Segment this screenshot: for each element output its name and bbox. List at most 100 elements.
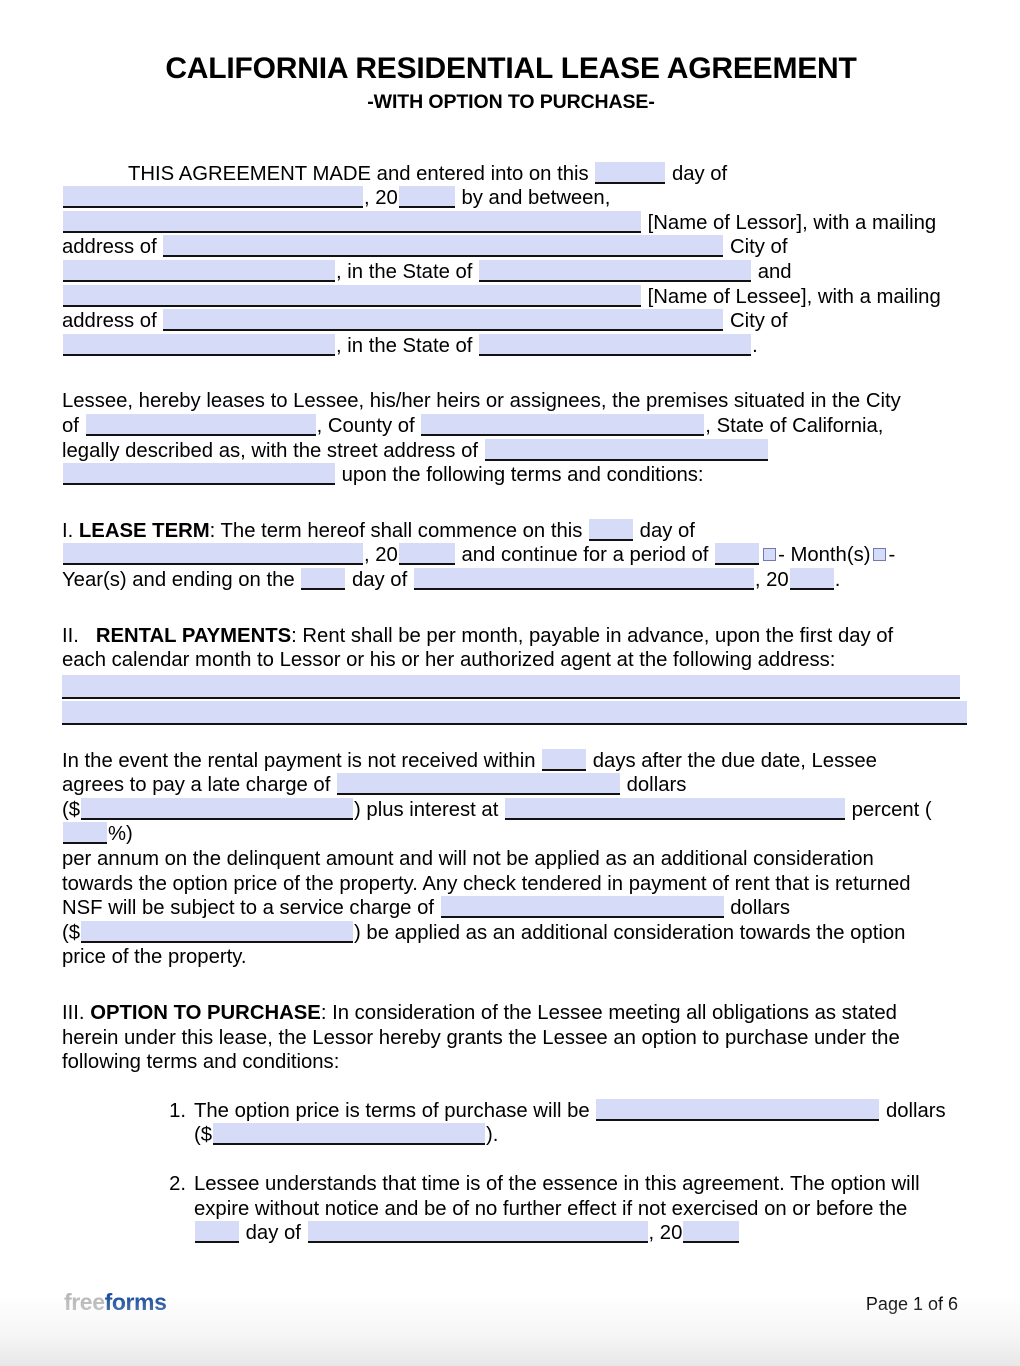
year-blank[interactable] [398,186,455,209]
late-text-12: dollars [730,897,791,920]
intro-text-4: by and between, [461,187,611,210]
option-price-words-blank[interactable] [596,1098,880,1121]
intro-text-9: and [757,260,792,283]
lease-term-text-10: . [834,568,841,591]
lessee-city-blank[interactable] [63,333,335,356]
late-text-1: In the event the rental payment is not r… [62,749,536,772]
premises-line-3: legally described as, with the street ad… [62,438,960,464]
lease-term-number: I. [62,519,74,542]
intro-text-6: address of [62,236,157,259]
option-expire-day-blank[interactable] [195,1221,239,1244]
option-number: III. [62,1002,85,1025]
freeforms-logo: freeforms [64,1289,167,1316]
lessor-address-blank[interactable] [163,235,724,258]
intro-line-7: address of City of [62,309,960,334]
lessee-address-blank[interactable] [163,309,724,332]
option-expire-month-blank[interactable] [307,1221,648,1244]
intro-text-13: , in the State of [336,334,473,357]
premises-street-address-blank[interactable] [484,438,768,461]
late-days-blank[interactable] [542,748,587,771]
option-expire-year-blank[interactable] [683,1221,740,1244]
late-text-4: dollars [626,774,687,797]
option-price-amount-blank[interactable] [213,1123,486,1146]
option-heading: OPTION TO PURCHASE [90,1002,321,1025]
lessor-city-blank[interactable] [63,259,335,282]
list-item-number: 2. [169,1173,186,1195]
list-item: 1. The option price is terms of purchase… [62,1098,960,1148]
intro-text-5: [Name of Lessor], with a mailing [647,211,937,234]
interest-percent-blank[interactable] [63,822,107,845]
lease-term-text-7: Year(s) and ending on the [62,568,295,591]
option-item1-text-3: ($ [194,1124,213,1147]
late-charge-amount-blank[interactable] [81,797,354,820]
premises-county-blank[interactable] [421,413,705,436]
lease-term-heading: LEASE TERM [78,519,210,542]
page-title: CALIFORNIA RESIDENTIAL LEASE AGREEMENT [165,52,857,85]
option-item2-text-3: day of [245,1222,301,1245]
list-item-line-1: Lessee understands that time is of the e… [194,1173,920,1195]
list-item-line-2: expire without notice and be of no furth… [194,1197,908,1220]
late-charge-words-blank[interactable] [336,773,620,796]
premises-paragraph: Lessee, hereby leases to Lessee, his/her… [62,389,960,487]
premises-text-2: of [62,414,79,437]
rental-address-blank-line-2[interactable] [62,700,967,725]
list-item-line-2: ($). [194,1123,960,1148]
late-text-13: ($ [62,921,81,944]
intro-text-11: address of [62,310,157,333]
intro-line-2: , 20 by and between, [62,186,960,211]
lessee-state-blank[interactable] [479,333,752,356]
lease-term-text-8: day of [351,568,408,591]
page-number: Page 1 of 6 [865,1294,958,1314]
lessor-state-blank[interactable] [479,259,752,282]
option-item1-text-4: ). [486,1124,499,1147]
section-option-to-purchase: III. OPTION TO PURCHASE: In consideratio… [62,1001,960,1075]
premises-street-address-blank-2[interactable] [63,463,335,486]
intro-text-2: day of [671,162,728,185]
lease-end-day-blank[interactable] [301,567,346,590]
late-line-2: agrees to pay a late charge of dollars [62,773,960,798]
lease-commence-day-blank[interactable] [589,518,634,541]
lease-commence-month-blank[interactable] [63,543,363,566]
premises-text-5: legally described as, with the street ad… [62,439,478,462]
intro-text-1: THIS AGREEMENT MADE and entered into on … [128,162,589,185]
intro-line-3: [Name of Lessor], with a mailing [62,210,960,236]
checkbox-years[interactable] [873,548,887,562]
checkbox-months[interactable] [763,548,777,562]
lessor-name-blank[interactable] [63,210,641,233]
lease-term-text-5: - Month(s) [778,544,871,567]
page-footer: freeforms Page 1 of 6 [0,1289,1020,1329]
lease-term-text-1: : The term hereof shall commence on this [209,519,583,542]
document-page: CALIFORNIA RESIDENTIAL LEASE AGREEMENT -… [0,0,1020,1366]
lessee-name-blank[interactable] [63,284,641,307]
lease-commence-year-blank[interactable] [398,543,455,566]
intro-paragraph: THIS AGREEMENT MADE and entered into on … [62,161,960,359]
lease-period-blank[interactable] [715,543,760,566]
list-item-line-1: The option price is terms of purchase wi… [194,1098,960,1124]
late-line-3: ($) plus interest at percent (%) [62,797,960,847]
intro-line-5: , in the State of and [62,259,960,285]
intro-line-6: [Name of Lessee], with a mailing [62,284,960,310]
option-items-list: 1. The option price is terms of purchase… [62,1098,960,1246]
premises-city-blank[interactable] [85,413,316,436]
lease-term-text-9: , 20 [754,568,789,591]
intro-text-8: , in the State of [336,260,473,283]
intro-text-14: . [752,334,758,357]
rental-address-blank-line-1[interactable] [62,674,960,699]
premises-text-4: , State of California, [705,414,884,437]
late-text-7: percent ( [851,798,932,821]
nsf-charge-words-blank[interactable] [440,896,724,919]
late-payment-paragraph: In the event the rental payment is not r… [62,748,960,970]
premises-line-4: upon the following terms and conditions: [62,463,960,488]
rental-payments-line-2: each calendar month to Lessor or his or … [62,649,836,672]
late-line-1: In the event the rental payment is not r… [62,748,960,774]
month-blank[interactable] [63,186,363,209]
day-blank[interactable] [595,161,666,184]
option-item2-text-4: , 20 [648,1222,683,1245]
lease-end-month-blank[interactable] [413,567,754,590]
lease-term-line-2: , 20 and continue for a period of - Mont… [62,543,960,568]
nsf-charge-amount-blank[interactable] [81,920,354,943]
lease-end-year-blank[interactable] [789,567,834,590]
intro-text-7: City of [729,236,788,259]
interest-words-blank[interactable] [504,797,845,820]
lease-term-text-2: day of [639,519,695,542]
